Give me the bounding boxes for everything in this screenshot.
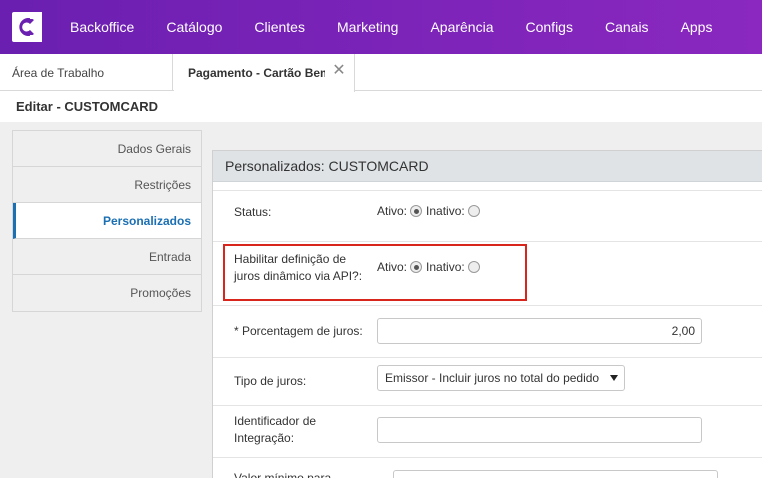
integration-id-label-line2: Integração: <box>234 431 295 445</box>
interest-type-selected: Emissor - Incluir juros no total do pedi… <box>385 371 600 385</box>
integration-id-label: Identificador de Integração: <box>234 413 316 447</box>
side-item-promocoes[interactable]: Promoções <box>13 275 201 311</box>
min-value-label: Valor mínimo para <box>234 471 332 478</box>
nav-item-aparencia[interactable]: Aparência <box>414 0 509 54</box>
side-item-dados-gerais[interactable]: Dados Gerais <box>13 131 201 167</box>
nav-item-apps[interactable]: Apps <box>665 0 729 54</box>
nav-menu: Backoffice Catálogo Clientes Marketing A… <box>56 0 728 54</box>
chevron-down-icon <box>610 375 618 381</box>
integration-id-input[interactable] <box>377 417 702 443</box>
min-value-row: Valor mínimo para <box>213 457 762 478</box>
interest-type-row: Tipo de juros: Emissor - Incluir juros n… <box>213 357 762 405</box>
interest-percent-label: * Porcentagem de juros: <box>234 324 363 338</box>
side-item-entrada[interactable]: Entrada <box>13 239 201 275</box>
page-title: Editar - CUSTOMCARD <box>16 99 159 114</box>
integration-id-row: Identificador de Integração: <box>213 405 762 465</box>
interest-percent-input[interactable]: 2,00 <box>377 318 702 344</box>
side-menu: Dados Gerais Restrições Personalizados E… <box>12 130 202 312</box>
tab-area-de-trabalho[interactable]: Área de Trabalho <box>0 54 173 91</box>
status-inactive-label: Inativo: <box>426 204 465 218</box>
nav-item-clientes[interactable]: Clientes <box>238 0 321 54</box>
nav-item-canais[interactable]: Canais <box>589 0 665 54</box>
custom-fields-panel: Personalizados: CUSTOMCARD Status: Ativo… <box>212 150 762 478</box>
status-inactive-radio[interactable] <box>467 205 480 217</box>
status-label: Status: <box>234 205 272 219</box>
side-item-restricoes[interactable]: Restrições <box>13 167 201 203</box>
panel-header: Personalizados: CUSTOMCARD <box>213 151 762 182</box>
nav-item-configs[interactable]: Configs <box>510 0 589 54</box>
top-navbar: Backoffice Catálogo Clientes Marketing A… <box>0 0 762 54</box>
interest-type-select[interactable]: Emissor - Incluir juros no total do pedi… <box>377 365 625 391</box>
integration-id-label-line1: Identificador de <box>234 414 317 428</box>
tab-pagamento[interactable]: Pagamento - Cartão Bem ✕ <box>174 54 355 92</box>
side-item-personalizados[interactable]: Personalizados <box>13 203 201 239</box>
status-active-radio[interactable] <box>410 205 423 217</box>
nav-item-catalogo[interactable]: Catálogo <box>150 0 238 54</box>
nav-item-marketing[interactable]: Marketing <box>321 0 414 54</box>
min-value-input[interactable] <box>393 470 718 478</box>
tab-pagamento-label: Pagamento - Cartão Bem <box>188 66 325 80</box>
interest-percent-row: * Porcentagem de juros: 2,00 <box>213 305 762 357</box>
close-icon[interactable]: ✕ <box>332 62 346 80</box>
interest-type-label: Tipo de juros: <box>234 374 307 388</box>
nav-item-backoffice[interactable]: Backoffice <box>56 0 150 54</box>
tab-bar: Área de Trabalho Pagamento - Cartão Bem … <box>0 54 762 92</box>
app-logo-icon[interactable] <box>12 12 42 42</box>
status-active-label: Ativo: <box>377 204 408 218</box>
highlight-box <box>223 244 527 301</box>
status-row: Status: Ativo: Inativo: <box>213 190 762 242</box>
status-radio-group: Ativo: Inativo: <box>377 204 484 218</box>
